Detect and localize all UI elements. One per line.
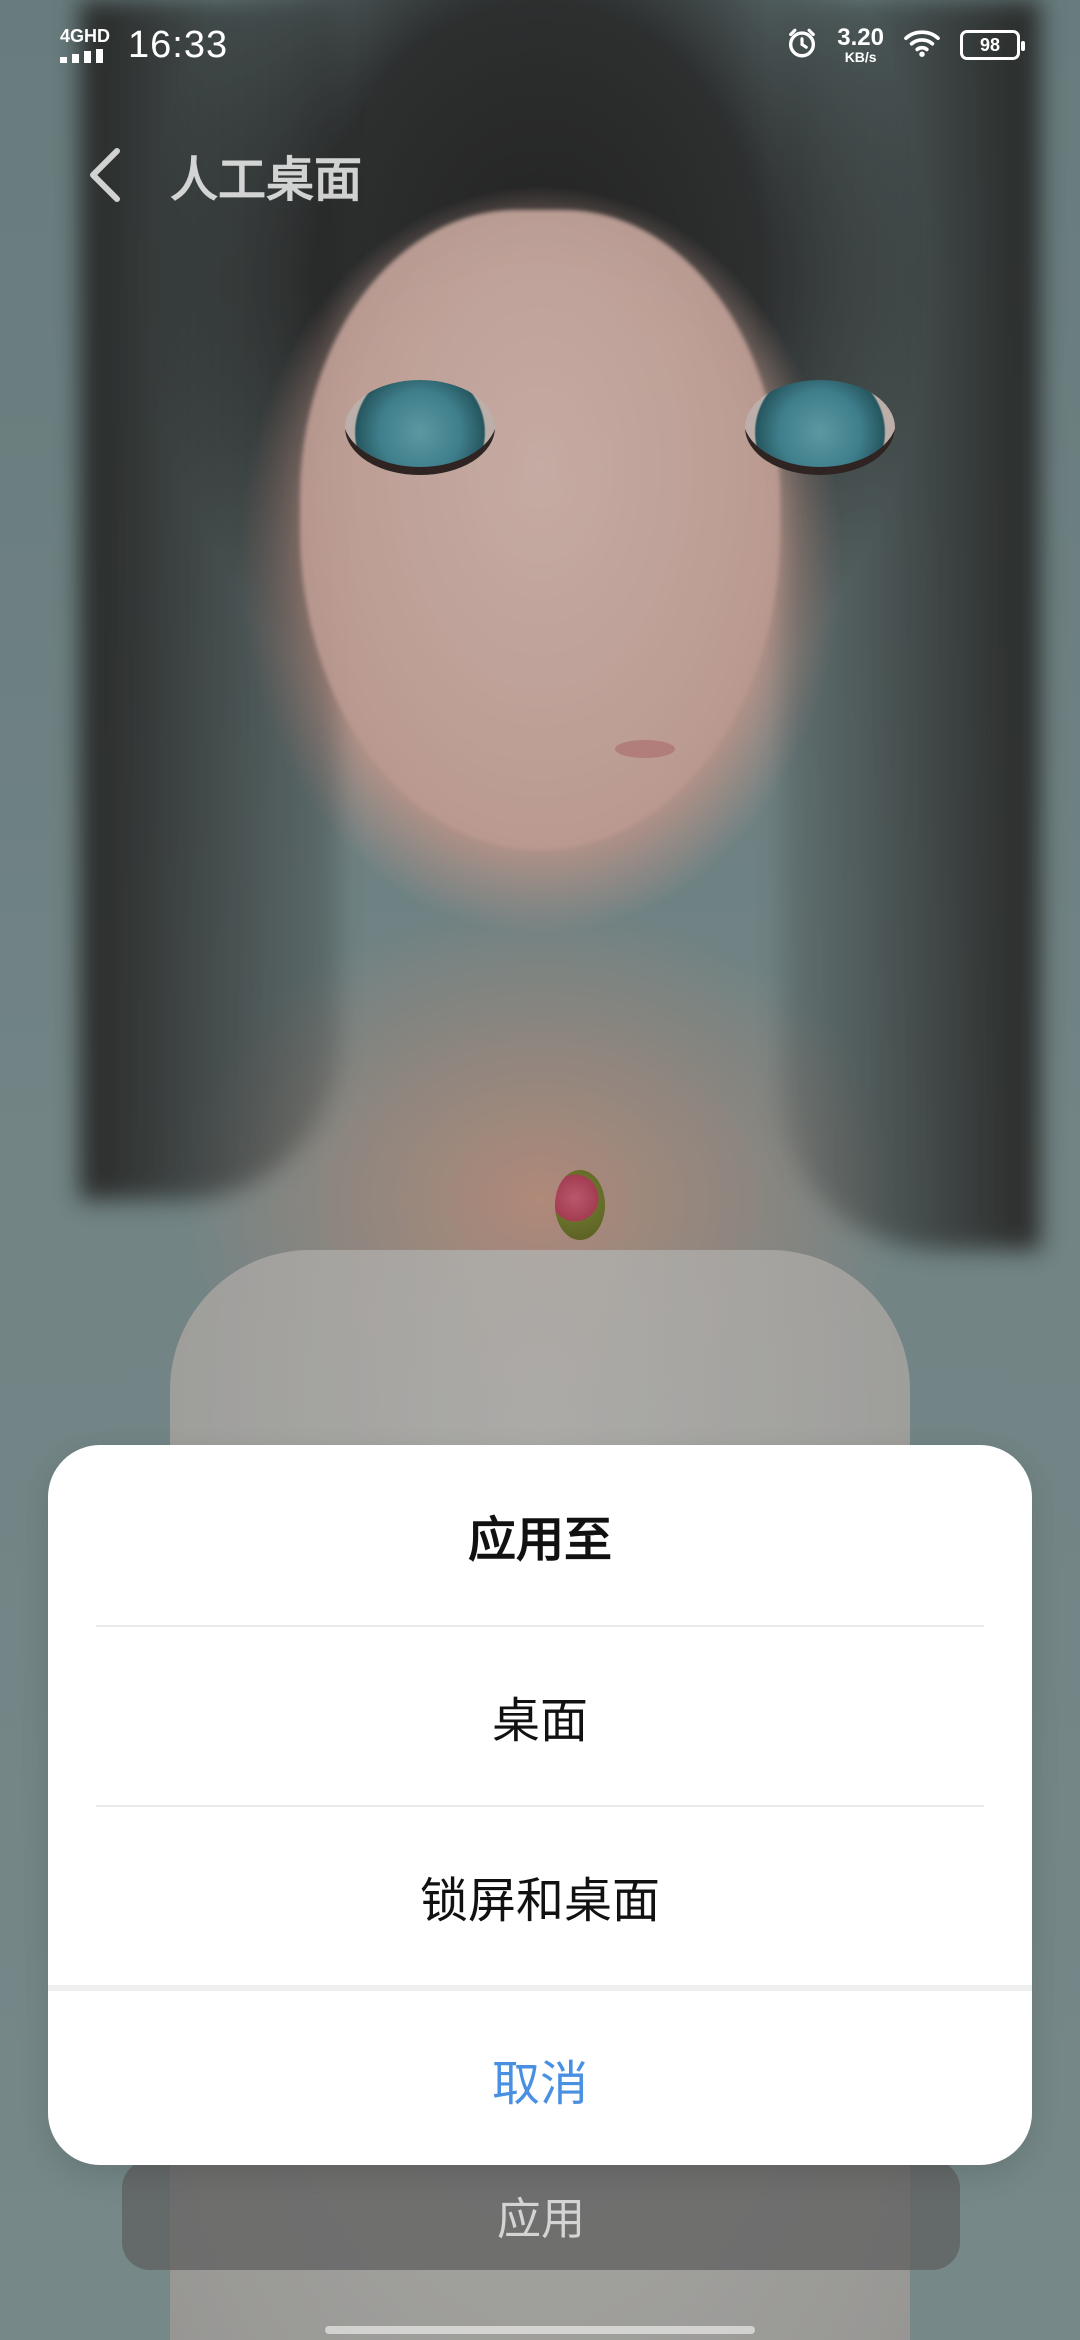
- cancel-button-label: 取消: [491, 2056, 588, 2112]
- wifi-icon: [902, 27, 942, 64]
- status-right: 3.20 KB/s 98: [785, 24, 1025, 65]
- speed-value: 3.20: [837, 24, 884, 51]
- apply-button[interactable]: 应用: [122, 2160, 960, 2270]
- apply-button-label: 应用: [497, 2194, 585, 2245]
- alarm-icon: [785, 26, 819, 65]
- signal-icon: [60, 49, 103, 63]
- option-lockscreen-and-desktop-label: 锁屏和桌面: [419, 1873, 660, 1929]
- battery-level: 98: [979, 34, 1001, 55]
- page-title: 人工桌面: [170, 152, 363, 208]
- chevron-left-icon: [90, 148, 120, 202]
- option-desktop-label: 桌面: [491, 1693, 588, 1749]
- option-lockscreen-and-desktop[interactable]: 锁屏和桌面: [48, 1807, 1032, 1985]
- battery-icon: 98: [960, 30, 1025, 60]
- status-bar: 4GHD 16:33 3.20 KB/s 98: [0, 0, 1080, 90]
- network-type: 4GHD: [60, 26, 111, 46]
- speed-unit: KB/s: [844, 49, 877, 65]
- clock-time: 16:33: [128, 23, 229, 66]
- app-header: 人工桌面: [0, 120, 1080, 230]
- status-left: 4GHD 16:33: [60, 24, 228, 67]
- apply-to-sheet: 应用至 桌面 锁屏和桌面 取消: [48, 1445, 1032, 2165]
- network-indicator: 4GHD: [60, 27, 110, 63]
- back-button[interactable]: [75, 130, 135, 220]
- home-indicator[interactable]: [325, 2326, 755, 2334]
- sheet-title: 应用至: [467, 1512, 612, 1568]
- cancel-button[interactable]: 取消: [48, 1991, 1032, 2165]
- network-speed: 3.20 KB/s: [837, 24, 884, 65]
- option-desktop[interactable]: 桌面: [48, 1627, 1032, 1805]
